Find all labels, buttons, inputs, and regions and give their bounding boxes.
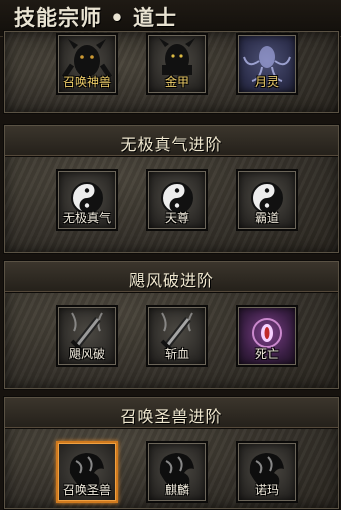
skill-jufengpo[interactable]: 飓风破 xyxy=(56,305,118,367)
panel-header: 召唤圣兽进阶 xyxy=(5,398,338,429)
skill-golden-armor[interactable]: 金甲 xyxy=(146,33,208,95)
skill-label: 麒麟 xyxy=(164,483,189,497)
skill-tianzun[interactable]: 天尊 xyxy=(146,169,208,231)
skill-wuji-zhenqi[interactable]: 无极真气 xyxy=(56,169,118,231)
skill-label: 天尊 xyxy=(164,211,189,225)
panel-header-title: 飓风破进阶 xyxy=(128,271,214,290)
skill-panel-wuji: 无极真气进阶 无极真气 天尊 霸道 xyxy=(3,124,340,254)
skill-nuoma[interactable]: 诺玛 xyxy=(236,441,298,503)
skill-panel-zhaohuan: 召唤圣兽进阶 召唤圣兽 麒麟 诺玛 xyxy=(3,396,340,510)
skill-zhanxue[interactable]: 斩血 xyxy=(146,305,208,367)
skill-siwang[interactable]: 死亡 xyxy=(236,305,298,367)
skill-label: 霸道 xyxy=(254,211,279,225)
skill-moon-spirit[interactable]: 月灵 xyxy=(236,33,298,95)
skill-label: 飓风破 xyxy=(68,347,105,361)
panel-header-title: 召唤圣兽进阶 xyxy=(120,407,223,426)
skill-label: 金甲 xyxy=(164,75,189,89)
panel-header: 无极真气进阶 xyxy=(5,126,338,157)
skill-label: 召唤圣兽 xyxy=(62,483,111,497)
page-title-text: 技能宗师 • 道士 xyxy=(14,5,178,30)
skill-panel-top: 召唤神兽 金甲 月灵 xyxy=(3,30,340,114)
panel-header-title: 无极真气进阶 xyxy=(120,135,223,154)
skill-label: 死亡 xyxy=(254,347,279,361)
skill-label: 无极真气 xyxy=(62,211,111,225)
skill-label: 诺玛 xyxy=(254,483,279,497)
skill-qilin[interactable]: 麒麟 xyxy=(146,441,208,503)
skill-summon-holy-beast[interactable]: 召唤圣兽 xyxy=(56,441,118,503)
skill-panel-jufengpo: 飓风破进阶 飓风破 斩血 死亡 xyxy=(3,260,340,390)
skill-label: 召唤神兽 xyxy=(62,75,111,89)
skill-summon-beast[interactable]: 召唤神兽 xyxy=(56,33,118,95)
skill-badao[interactable]: 霸道 xyxy=(236,169,298,231)
skill-label: 月灵 xyxy=(254,75,279,89)
skill-label: 斩血 xyxy=(164,347,189,361)
panel-header: 飓风破进阶 xyxy=(5,262,338,293)
